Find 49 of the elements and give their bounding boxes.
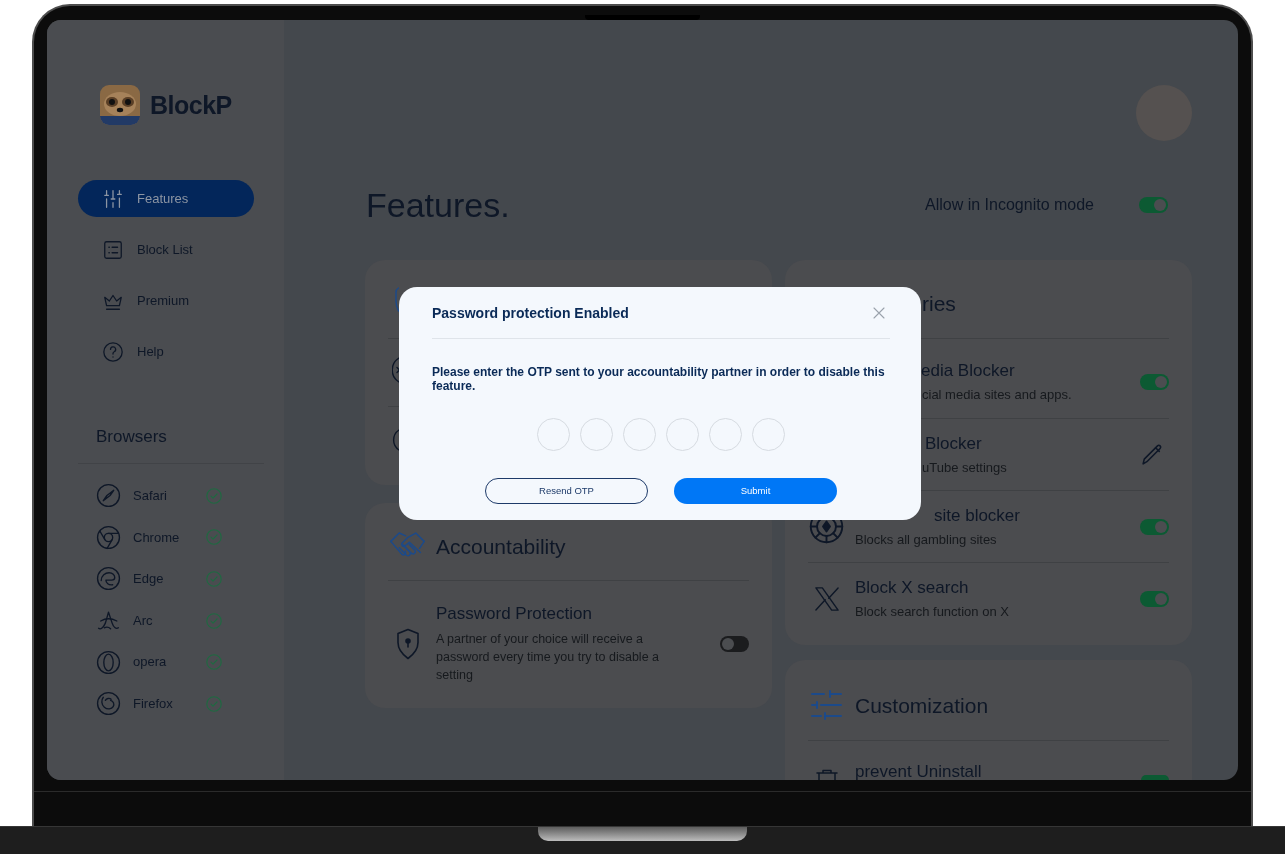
primary-button[interactable]: Submit xyxy=(674,478,837,504)
brand-name: BlockP xyxy=(150,92,232,118)
nav-item[interactable]: Features xyxy=(78,180,254,217)
setting-title: prevent Uninstall xyxy=(855,763,982,780)
browser-name: Arc xyxy=(133,611,153,630)
browser-logo-icon xyxy=(96,566,121,592)
dialog-title: Password protection Enabled xyxy=(432,306,629,320)
toggle-switch[interactable] xyxy=(1140,518,1169,535)
help-icon xyxy=(102,340,124,363)
browser-logo-icon xyxy=(96,483,121,509)
otp-field[interactable] xyxy=(752,418,785,451)
animal-face-icon xyxy=(100,85,140,125)
otp-field[interactable] xyxy=(709,418,742,451)
setting-title: edia Blocker xyxy=(921,361,1015,381)
toggle-switch[interactable] xyxy=(720,636,749,652)
sliders-icon xyxy=(102,187,124,210)
list-icon xyxy=(102,238,124,261)
card-title: Customization xyxy=(855,694,989,716)
otp-field[interactable] xyxy=(623,418,656,451)
card-title: Accountability xyxy=(436,535,566,557)
shield-icon xyxy=(395,287,399,312)
close-icon[interactable] xyxy=(873,307,885,319)
sliders-icon xyxy=(811,690,842,720)
setting-title: Block X search xyxy=(855,577,969,598)
dialog-message: Please enter the OTP sent to your accountability partner in order to disable this feature. xyxy=(432,365,886,393)
card-title: ries xyxy=(922,292,956,314)
setting-title: Blocker xyxy=(925,433,982,454)
otp-field[interactable] xyxy=(537,418,570,451)
browser-name: Firefox xyxy=(133,695,173,713)
browser-name: Safari xyxy=(133,487,167,506)
browser-logo-icon xyxy=(96,524,121,550)
setting-title: Password Protection xyxy=(436,604,592,624)
toggle-switch[interactable] xyxy=(1140,590,1169,607)
browser-name: opera xyxy=(133,653,167,672)
setting-title: site blocker xyxy=(934,505,1020,526)
toggle-switch[interactable] xyxy=(1141,775,1169,780)
section-heading: Browsers xyxy=(96,427,167,447)
browser-logo-icon xyxy=(96,649,121,675)
x-logo-icon xyxy=(812,584,841,613)
otp-field[interactable] xyxy=(666,418,699,451)
browser-logo-icon xyxy=(96,691,121,717)
browser-name: Edge xyxy=(133,570,164,589)
otp-field[interactable] xyxy=(580,418,613,451)
circle-icon xyxy=(392,357,399,383)
shield-lock-icon xyxy=(395,628,420,660)
browser-name: Chrome xyxy=(133,528,180,547)
toggle-switch[interactable] xyxy=(1140,374,1169,390)
trash-icon xyxy=(815,769,838,780)
toggle-switch[interactable] xyxy=(1139,197,1168,213)
